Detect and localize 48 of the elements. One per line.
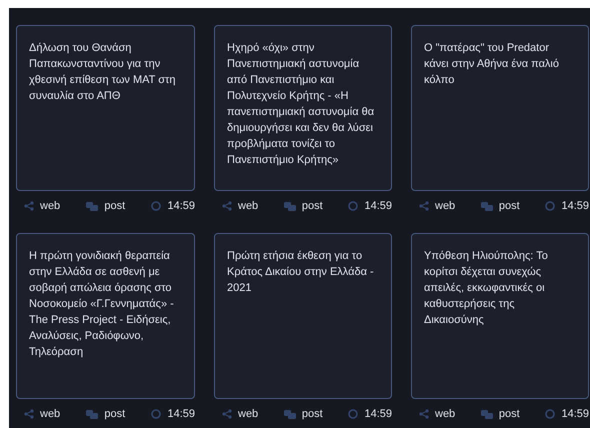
clock-icon [151,201,162,211]
clock-icon [348,409,358,419]
comment-icon [86,410,98,418]
clock-icon [151,409,162,419]
article-card[interactable]: Ο "πατέρας" του Predator κάνει στην Αθήνα ένα παλιό κόλπο [411,25,589,191]
post-link[interactable]: post [86,200,126,212]
clock-icon [545,201,556,211]
comment-icon [480,410,493,418]
share-icon [222,409,232,419]
comment-icon [86,202,98,210]
share-icon [222,201,232,211]
post-link[interactable]: post [480,408,520,420]
article-title: Η πρώτη γονιδιακή θεραπεία στην Ελλάδα σε ασθενή με σοβαρή απώλεια όρασης στο Νοσοκομείο «Γ.Γεννηματάς» - The Press Project - Ειδήσεις, Αναλύσεις, Ραδιόφωνο, Τηλεόραση [29,249,175,360]
article-title: Υπόθεση Ηλιούπολης: Το κορίτσι δέχεται συνεχώς απειλές, εκκωφαντικές οι καθυστερήσεις της Δικαιοσύνης [424,249,549,328]
article-card[interactable]: Η πρώτη γονιδιακή θεραπεία στην Ελλάδα σε ασθενή με σοβαρή απώλεια όρασης στο Νοσοκομείο «Γ.Γεννηματάς» - The Press Project - Ειδήσεις, Αναλύσεις, Ραδιόφωνο, Τηλεόραση [16,233,195,399]
share-link[interactable]: web [419,408,456,420]
share-icon [419,409,429,419]
share-link[interactable]: web [24,200,60,212]
comment-icon [480,202,493,210]
timestamp: 14:59 [545,200,589,212]
article-card[interactable]: Υπόθεση Ηλιούπολης: Το κορίτσι δέχεται συνεχώς απειλές, εκκωφαντικές οι καθυστερήσεις της Δικαιοσύνης [411,233,589,399]
article-card[interactable]: Δήλωση του Θανάση Παπακωνσταντίνου για την χθεσινή επίθεση των ΜΑΤ στη συναυλία στο ΑΠΘ [16,25,195,191]
share-icon [24,409,34,419]
article-card[interactable]: Ηχηρό «όχι» στην Πανεπιστημιακή αστυνομία από Πανεπιστήμιο και Πολυτεχνείο Κρήτης - «Η πανεπιστημιακή αστυνομία θα δημιουργήσει και δεν θα λύσει προβλήματα τονίζει το Πανεπιστήμιο Κρήτης» [214,25,392,191]
timestamp: 14:59 [151,200,195,212]
comment-icon [284,202,296,210]
share-link[interactable]: web [222,408,258,420]
timestamp: 14:59 [348,200,392,212]
timestamp: 14:59 [545,408,589,420]
article-card[interactable]: Πρώτη ετήσια έκθεση για το Κράτος Δικαίου στην Ελλάδα - 2021 [214,233,392,399]
post-link[interactable]: post [284,200,323,212]
share-icon [419,201,429,211]
share-link[interactable]: web [222,200,258,212]
clock-icon [545,409,556,419]
comment-icon [284,410,296,418]
post-link[interactable]: post [480,200,520,212]
share-link[interactable]: web [24,408,60,420]
article-title: Δήλωση του Θανάση Παπακωνσταντίνου για την χθεσινή επίθεση των ΜΑΤ στη συναυλία στο ΑΠΘ [29,41,176,104]
clock-icon [348,201,358,211]
post-link[interactable]: post [86,408,126,420]
article-title: Πρώτη ετήσια έκθεση για το Κράτος Δικαίου στην Ελλάδα - 2021 [227,249,375,296]
timestamp: 14:59 [348,408,392,420]
post-link[interactable]: post [284,408,323,420]
timestamp: 14:59 [151,408,195,420]
article-title: Ο "πατέρας" του Predator κάνει στην Αθήνα ένα παλιό κόλπο [424,41,560,88]
article-title: Ηχηρό «όχι» στην Πανεπιστημιακή αστυνομία από Πανεπιστήμιο και Πολυτεχνείο Κρήτης - «Η πανεπιστημιακή αστυνομία θα δημιουργήσει και δεν θα λύσει προβλήματα τονίζει το Πανεπιστήμιο Κρήτης» [227,41,376,168]
share-link[interactable]: web [419,200,456,212]
share-icon [24,201,34,211]
